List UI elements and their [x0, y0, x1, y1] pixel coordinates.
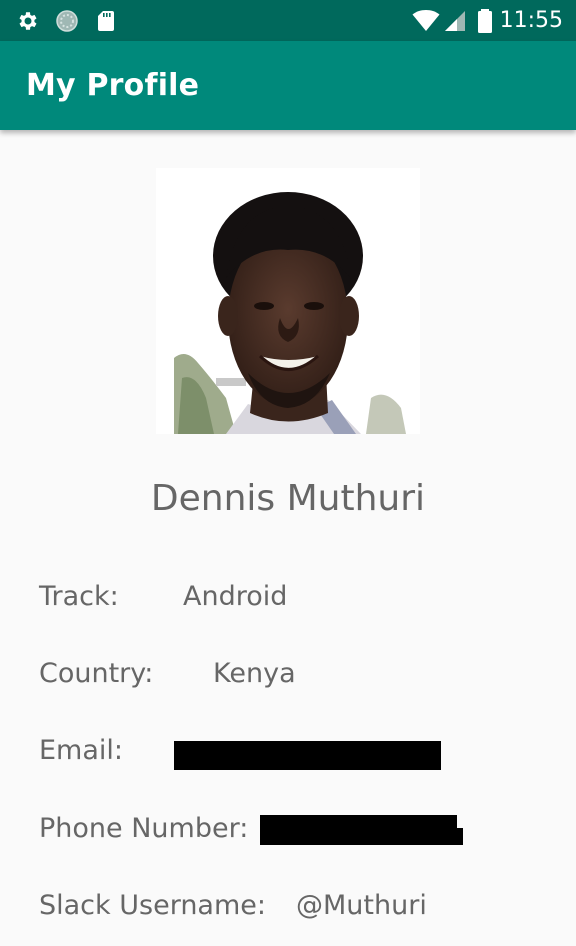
- page-title: My Profile: [26, 68, 200, 103]
- slack-label: Slack Username:: [39, 890, 266, 921]
- country-value: Kenya: [213, 658, 296, 689]
- wifi-icon: [412, 9, 440, 33]
- track-value: Android: [183, 581, 288, 612]
- phone-label: Phone Number:: [39, 813, 249, 844]
- sync-circle-icon: [55, 9, 79, 33]
- profile-photo: [156, 168, 420, 434]
- battery-icon: [476, 9, 494, 33]
- clock-time: 11:55: [499, 8, 563, 33]
- email-label: Email:: [39, 735, 124, 766]
- track-label: Track:: [39, 581, 119, 612]
- sd-card-icon: [94, 9, 118, 33]
- phone-redaction-lower: [260, 828, 463, 845]
- gear-icon: [16, 9, 40, 33]
- slack-value: @Muthuri: [296, 890, 427, 921]
- app-bar: My Profile: [0, 41, 576, 130]
- profile-name: Dennis Muthuri: [150, 478, 426, 519]
- status-bar: 11:55: [0, 0, 576, 41]
- country-label: Country:: [39, 658, 154, 689]
- email-redaction: [174, 741, 441, 770]
- profile-screen: 11:55 My Profile Dennis Muthuri Track: A…: [0, 0, 576, 946]
- cell-signal-icon: [443, 9, 467, 33]
